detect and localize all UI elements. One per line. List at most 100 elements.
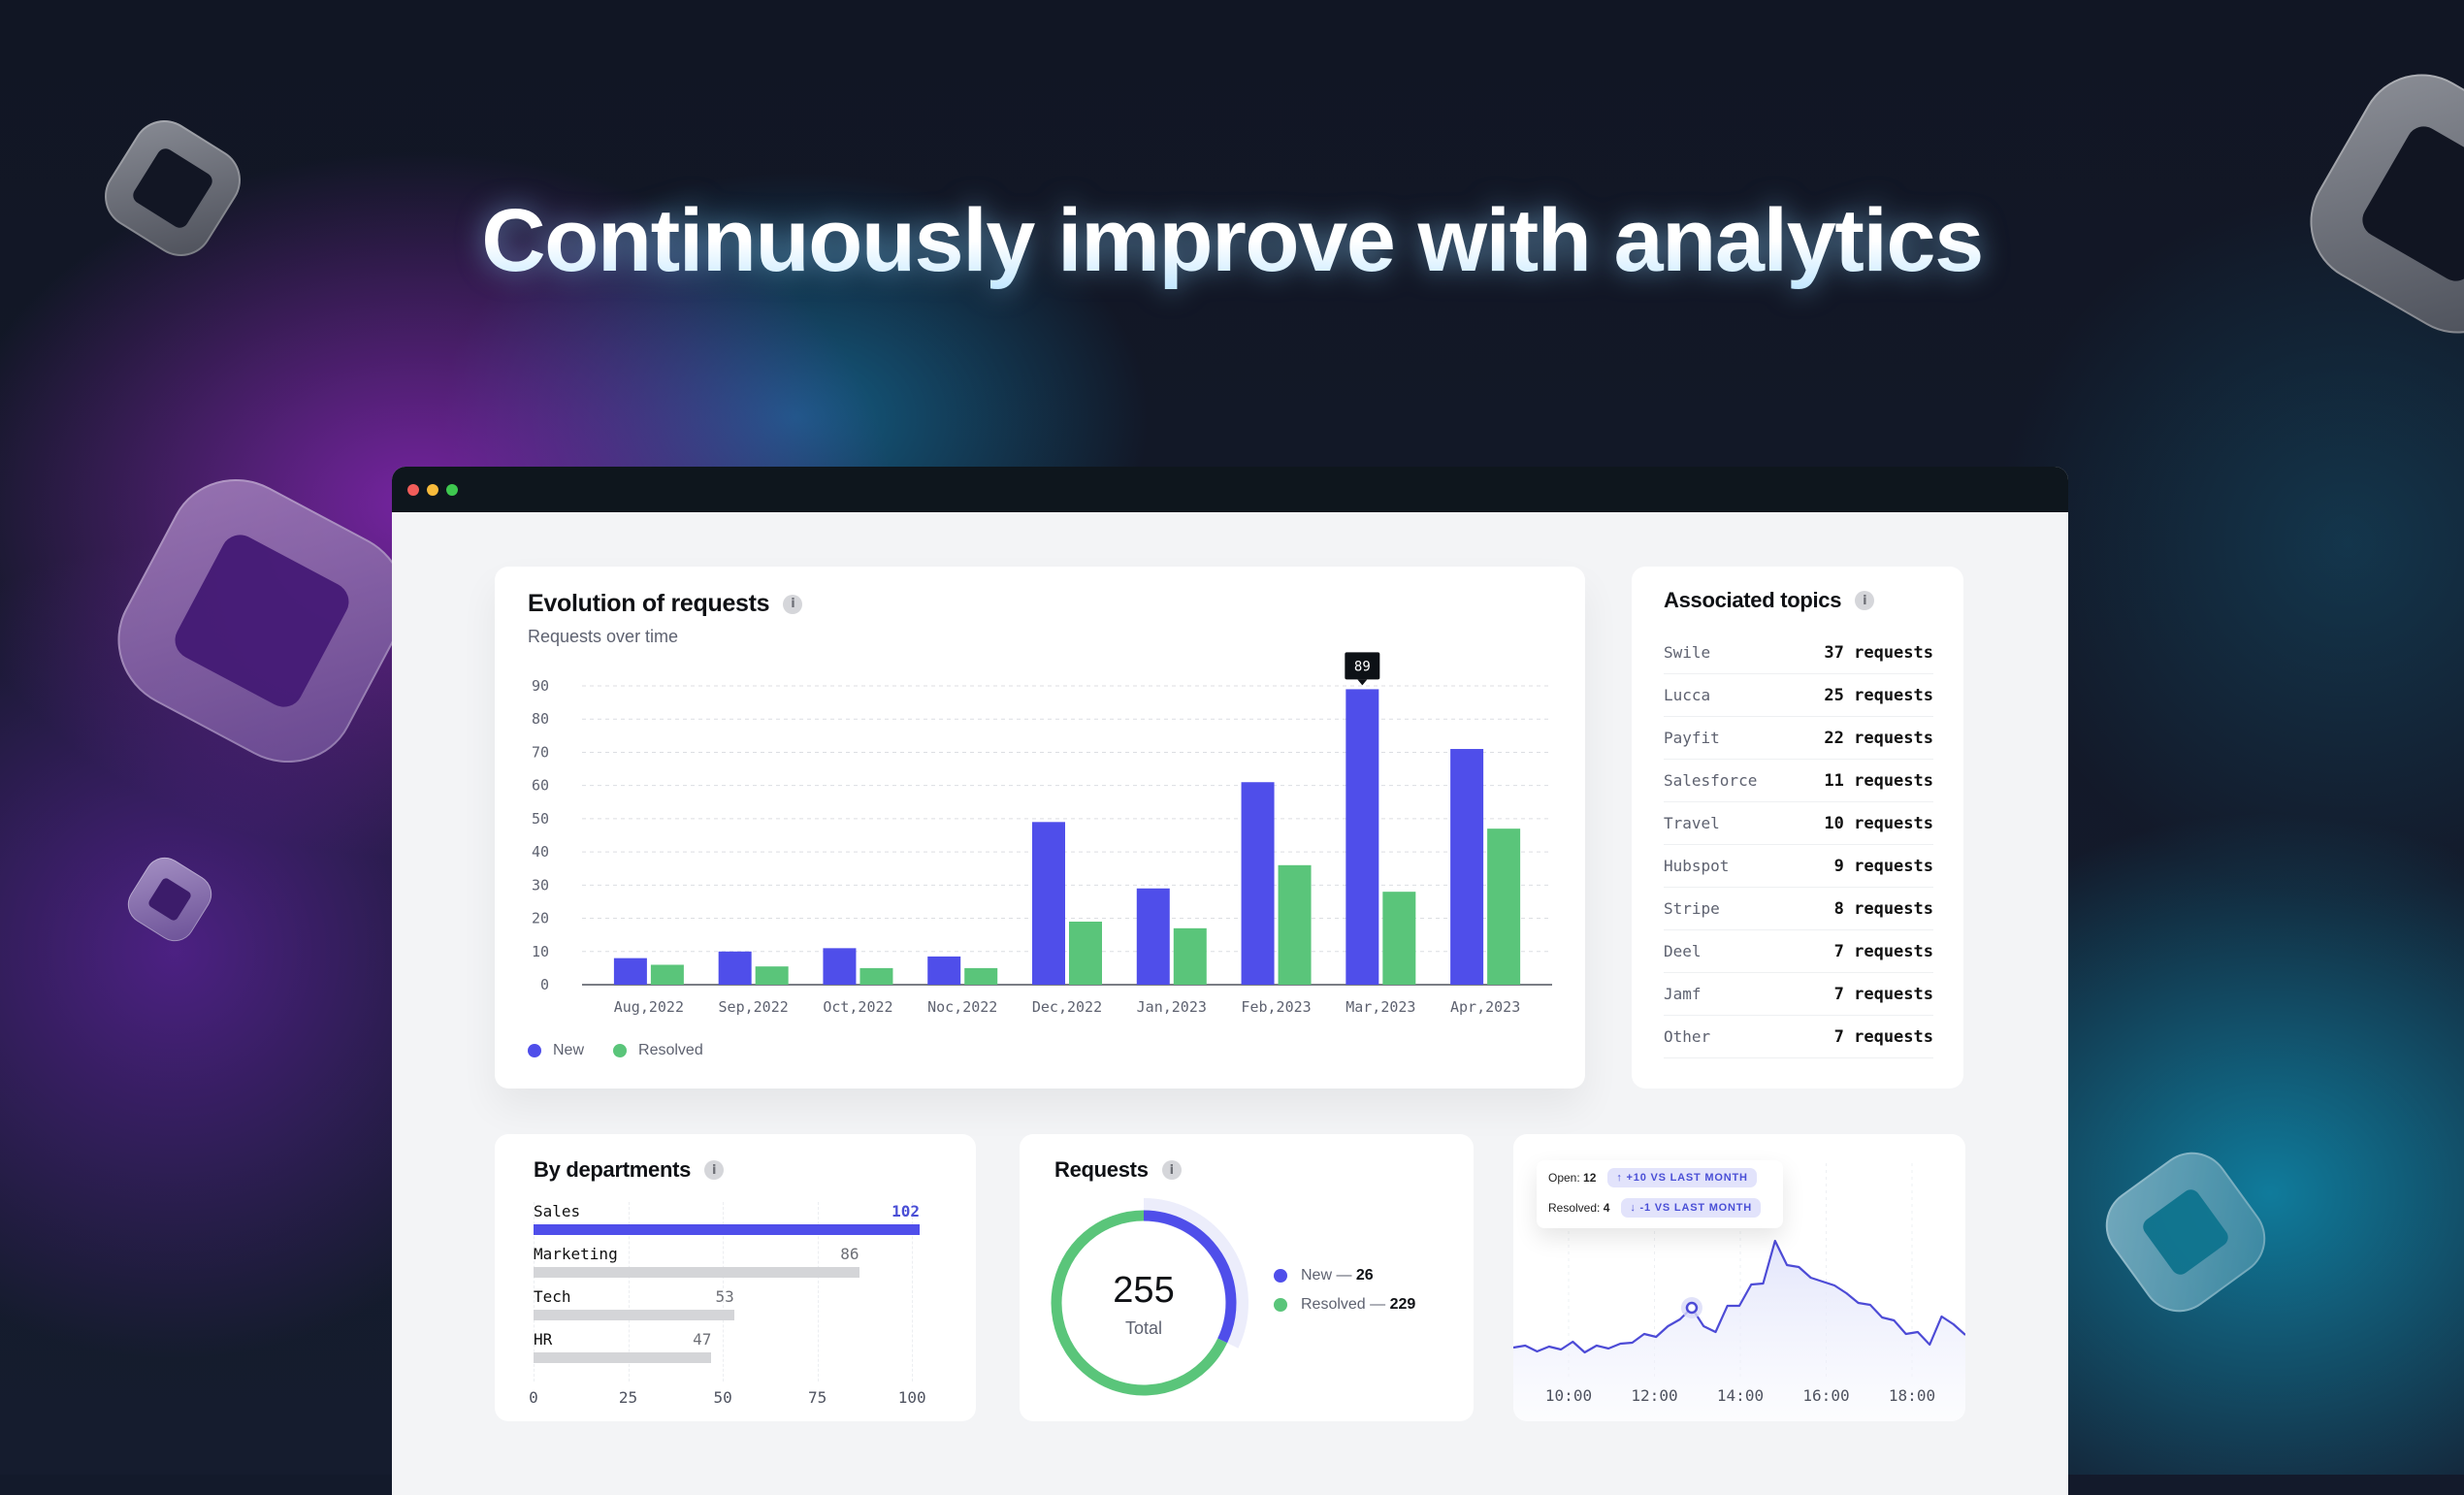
topic-row[interactable]: Payfit 22 requests: [1664, 717, 1933, 760]
x-tick-label: 16:00: [1802, 1386, 1850, 1405]
legend-label-new: New: [553, 1042, 585, 1058]
bar-resolved: [1069, 921, 1102, 985]
topic-name: Swile: [1664, 643, 1711, 662]
legend-new-label: New —: [1301, 1267, 1352, 1284]
topic-name: Jamf: [1664, 985, 1702, 1003]
x-tick-label: 25: [618, 1388, 638, 1407]
bar-new: [718, 951, 752, 985]
department-label: Marketing: [534, 1245, 618, 1263]
department-value: 47: [693, 1330, 712, 1349]
department-value: 53: [715, 1287, 734, 1306]
department-row[interactable]: HR 47: [534, 1330, 920, 1373]
trend-x-axis: 10:00 12:00 14:00 16:00 18:00: [1513, 1386, 1965, 1406]
legend-resolved-value: 229: [1389, 1296, 1416, 1313]
bar-new: [927, 956, 961, 985]
y-tick-label: 50: [532, 810, 549, 828]
y-tick-label: 60: [532, 777, 549, 795]
donut-total-label: Total: [1124, 1318, 1163, 1338]
bar-resolved: [1173, 927, 1207, 985]
bar-resolved: [650, 964, 684, 985]
topic-row[interactable]: Jamf 7 requests: [1664, 973, 1933, 1016]
topic-name: Travel: [1664, 814, 1720, 832]
topics-list: Swile 37 requests Lucca 25 requests Payfit 22…: [1664, 632, 1933, 1058]
topic-row[interactable]: Lucca 25 requests: [1664, 674, 1933, 717]
headline: Continuously improve with analytics: [0, 190, 2464, 292]
bar-resolved: [1382, 892, 1416, 985]
departments-title: By departments i: [534, 1157, 725, 1183]
open-label: Open:: [1548, 1171, 1580, 1185]
x-tick-label: 14:00: [1716, 1386, 1765, 1405]
bar-resolved: [1487, 829, 1521, 985]
requests-card: Requests i 255 Total New — 26 Resolved —…: [1020, 1134, 1474, 1421]
topic-row[interactable]: Stripe 8 requests: [1664, 888, 1933, 930]
x-tick-label: Jan,2023: [1137, 998, 1207, 1016]
x-tick-label: 0: [529, 1388, 538, 1407]
x-tick-label: Feb,2023: [1241, 998, 1311, 1016]
donut-total-value: 255: [1113, 1270, 1175, 1311]
bar-new: [823, 948, 857, 985]
evolution-card: Evolution of requests i Requests over ti…: [495, 567, 1585, 1089]
window-minimize-button[interactable]: [427, 484, 438, 496]
x-tick-label: Apr,2023: [1450, 998, 1520, 1016]
requests-legend: New — 26 Resolved — 229: [1274, 1267, 1415, 1325]
resolved-label: Resolved:: [1548, 1201, 1601, 1215]
y-tick-label: 10: [532, 943, 549, 960]
evolution-bar-chart: 0 10 20 30 40 50 60 70 80 90 Aug,2022 Sep,2022 Oct,2…: [532, 652, 1552, 1016]
x-tick-label: 12:00: [1631, 1386, 1678, 1405]
y-tick-label: 80: [532, 710, 549, 728]
y-tick-label: 70: [532, 743, 549, 761]
open-value: 12: [1583, 1171, 1597, 1185]
bar-resolved: [755, 966, 789, 985]
departments-x-axis: 0 25 50 75 100: [529, 1388, 925, 1408]
requests-legend-resolved: Resolved — 229: [1274, 1296, 1415, 1314]
x-tick-label: Mar,2023: [1345, 998, 1415, 1016]
legend-dot-resolved: [613, 1044, 628, 1057]
topics-card: Associated topics i Swile 37 requests Lucc…: [1632, 567, 1963, 1089]
resolved-delta-badge: ↓ -1 VS LAST MONTH: [1621, 1198, 1762, 1218]
legend-dot-resolved: [1274, 1298, 1287, 1312]
department-bar: [534, 1352, 712, 1363]
departments-title-text: By departments: [534, 1157, 692, 1182]
topic-value: 8 requests: [1824, 898, 1933, 919]
bar-tooltip-pointer: [1357, 679, 1368, 686]
topic-value: 11 requests: [1824, 770, 1933, 791]
departments-bar-chart: Sales 102 Marketing 86 Tech 53 HR 47: [534, 1202, 920, 1381]
topics-title: Associated topics i: [1664, 588, 1875, 613]
department-row[interactable]: Tech 53: [534, 1287, 920, 1330]
topic-value: 37 requests: [1824, 642, 1933, 663]
department-row[interactable]: Sales 102: [534, 1202, 920, 1245]
trend-card: Open: 12 ↑ +10 VS LAST MONTH Resolved: 4…: [1513, 1134, 1965, 1421]
topic-value: 7 requests: [1824, 1026, 1933, 1047]
topic-row[interactable]: Hubspot 9 requests: [1664, 845, 1933, 888]
x-tick-label: 50: [713, 1388, 732, 1407]
open-delta-badge: ↑ +10 VS LAST MONTH: [1607, 1168, 1757, 1187]
x-tick-label: 75: [808, 1388, 827, 1407]
department-bar: [534, 1224, 920, 1235]
topic-row[interactable]: Salesforce 11 requests: [1664, 760, 1933, 802]
x-tick-label: 18:00: [1888, 1386, 1936, 1405]
window-close-button[interactable]: [407, 484, 419, 496]
topic-row[interactable]: Other 7 requests: [1664, 1016, 1933, 1058]
legend-label-resolved: Resolved: [638, 1042, 703, 1058]
bar-new: [1136, 888, 1170, 985]
legend-item-new[interactable]: New: [528, 1042, 584, 1059]
topic-row[interactable]: Deel 7 requests: [1664, 930, 1933, 973]
y-tick-label: 40: [532, 843, 549, 861]
window-maximize-button[interactable]: [446, 484, 458, 496]
topic-value: 25 requests: [1824, 685, 1933, 705]
info-icon[interactable]: i: [704, 1160, 725, 1180]
department-row[interactable]: Marketing 86: [534, 1245, 920, 1287]
x-tick-label: 10:00: [1544, 1386, 1593, 1405]
bar-resolved: [964, 967, 998, 985]
topic-row[interactable]: Swile 37 requests: [1664, 632, 1933, 674]
topic-name: Stripe: [1664, 899, 1720, 918]
legend-dot-new: [1274, 1269, 1287, 1283]
bar-new: [1450, 749, 1484, 985]
info-icon[interactable]: i: [1855, 591, 1875, 610]
department-value: 102: [892, 1202, 920, 1220]
x-tick-label: Sep,2022: [719, 998, 789, 1016]
topic-row[interactable]: Travel 10 requests: [1664, 802, 1933, 845]
topic-value: 7 requests: [1824, 941, 1933, 961]
legend-item-resolved[interactable]: Resolved: [613, 1042, 703, 1059]
topic-name: Deel: [1664, 942, 1702, 960]
